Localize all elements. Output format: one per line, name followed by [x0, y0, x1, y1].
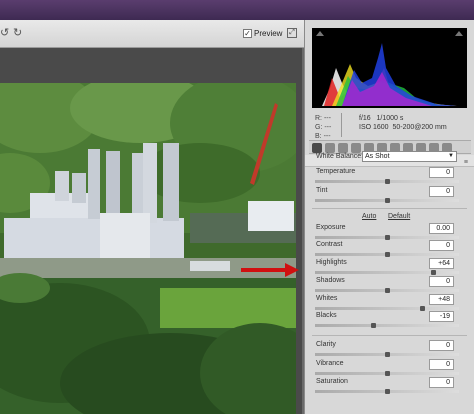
slider-track[interactable]	[315, 323, 459, 328]
slider-value-input[interactable]: 0	[429, 340, 454, 351]
slider-label: Exposure	[316, 224, 346, 231]
tab-detail-icon[interactable]	[338, 143, 348, 153]
default-link[interactable]: Default	[388, 213, 410, 220]
slider-value-input[interactable]: 0.00	[429, 223, 454, 234]
slider-label: Saturation	[316, 378, 348, 385]
raw-editor-window: ↺ ↻ ✓ Preview ⤢ R: --- G: --- B: --- f/1…	[0, 0, 474, 414]
slider-label: Clarity	[316, 341, 336, 348]
slider-track[interactable]	[315, 198, 459, 203]
slider-track[interactable]	[315, 389, 459, 394]
panel-menu-icon[interactable]: ≡	[464, 157, 468, 169]
slider-thumb[interactable]	[419, 306, 425, 311]
slider-label: Temperature	[316, 168, 356, 175]
slider-thumb[interactable]	[370, 323, 376, 328]
slider-track[interactable]	[315, 179, 459, 184]
slider-track[interactable]	[315, 371, 459, 376]
preview-toggle[interactable]: ✓ Preview	[243, 29, 282, 38]
divider	[312, 208, 467, 209]
slider-value-input[interactable]: 0	[429, 186, 454, 197]
preview-checkbox[interactable]: ✓	[243, 29, 252, 38]
slider-thumb[interactable]	[385, 389, 390, 394]
white-balance-select[interactable]: As Shot ▼	[362, 151, 457, 162]
slider-value-input[interactable]: 0	[429, 167, 454, 178]
slider-value-input[interactable]: -19	[429, 311, 454, 322]
slider-thumb[interactable]	[385, 252, 390, 257]
tab-tone-curve-icon[interactable]	[325, 143, 335, 153]
fullscreen-icon[interactable]: ⤢	[287, 28, 297, 38]
adjustments-panel: R: --- G: --- B: --- f/16 1/1000 s ISO 1…	[304, 20, 474, 414]
preview-label: Preview	[254, 29, 283, 38]
slider-label: Tint	[316, 187, 328, 194]
slider-value-input[interactable]: 0	[429, 377, 454, 388]
white-balance-label: White Balance:	[316, 153, 364, 160]
slider-track[interactable]	[315, 288, 459, 293]
histogram	[312, 28, 467, 108]
lens: 50-200@200 mm	[392, 124, 447, 131]
slider-value-input[interactable]: +48	[429, 294, 454, 305]
rotate-left-icon[interactable]: ↺	[0, 27, 12, 39]
slider-label: Blacks	[316, 312, 337, 319]
slider-track[interactable]	[315, 352, 459, 357]
slider-track[interactable]	[315, 235, 459, 240]
slider-value-input[interactable]: 0	[429, 276, 454, 287]
slider-value-input[interactable]: 0	[429, 359, 454, 370]
annotation-arrow	[241, 263, 299, 277]
slider-label: Whites	[316, 295, 338, 302]
rotate-right-icon[interactable]: ↻	[13, 27, 25, 39]
photo-preview	[0, 83, 296, 414]
aperture: f/16	[359, 115, 371, 122]
slider-track[interactable]	[315, 306, 459, 311]
slider-track[interactable]	[315, 270, 459, 275]
rgb-readout: R: --- G: --- B: ---	[315, 115, 332, 140]
slider-label: Contrast	[316, 241, 343, 248]
window-titlebar	[0, 0, 474, 20]
tab-hsl-icon[interactable]	[351, 143, 361, 153]
slider-value-input[interactable]: +64	[429, 258, 454, 269]
histogram-graph	[322, 43, 457, 106]
chevron-down-icon: ▼	[448, 153, 454, 159]
slider-thumb[interactable]	[385, 352, 390, 357]
auto-link[interactable]: Auto	[362, 213, 376, 220]
slider-thumb[interactable]	[385, 198, 390, 203]
slider-label: Vibrance	[316, 360, 344, 367]
highlight-clipping-icon[interactable]	[455, 31, 463, 36]
slider-thumb[interactable]	[385, 235, 390, 240]
slider-thumb[interactable]	[431, 270, 437, 275]
slider-label: Shadows	[316, 277, 345, 284]
shutter: 1/1000 s	[376, 115, 404, 122]
iso: ISO 1600	[359, 124, 389, 131]
slider-thumb[interactable]	[385, 179, 390, 184]
shadow-clipping-icon[interactable]	[316, 31, 324, 36]
slider-track[interactable]	[315, 252, 459, 257]
divider	[312, 335, 467, 336]
slider-label: Highlights	[316, 259, 347, 266]
factory-photo	[0, 83, 296, 414]
slider-thumb[interactable]	[385, 288, 390, 293]
camera-info: f/16 1/1000 s ISO 1600 50-200@200 mm	[359, 114, 447, 132]
slider-thumb[interactable]	[385, 371, 390, 376]
slider-value-input[interactable]: 0	[429, 240, 454, 251]
tab-basic-icon[interactable]	[312, 143, 322, 153]
